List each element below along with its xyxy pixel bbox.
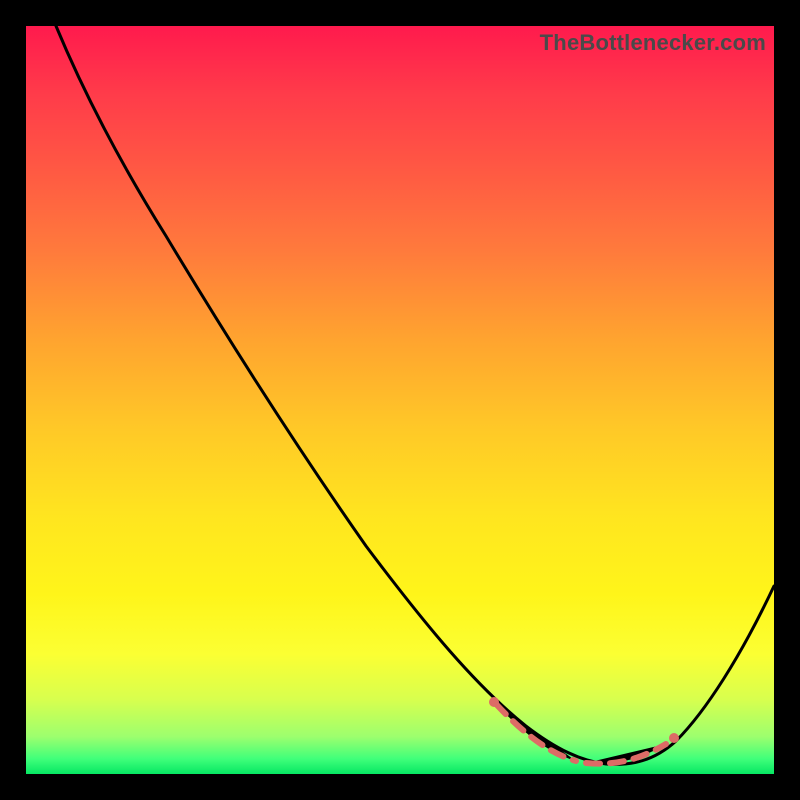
- bottleneck-curve-path: [56, 26, 774, 764]
- sweet-spot-markers: [496, 704, 666, 764]
- chart-plot-area: TheBottlenecker.com: [26, 26, 774, 774]
- chart-frame: TheBottlenecker.com: [0, 0, 800, 800]
- bottleneck-chart: [26, 26, 774, 774]
